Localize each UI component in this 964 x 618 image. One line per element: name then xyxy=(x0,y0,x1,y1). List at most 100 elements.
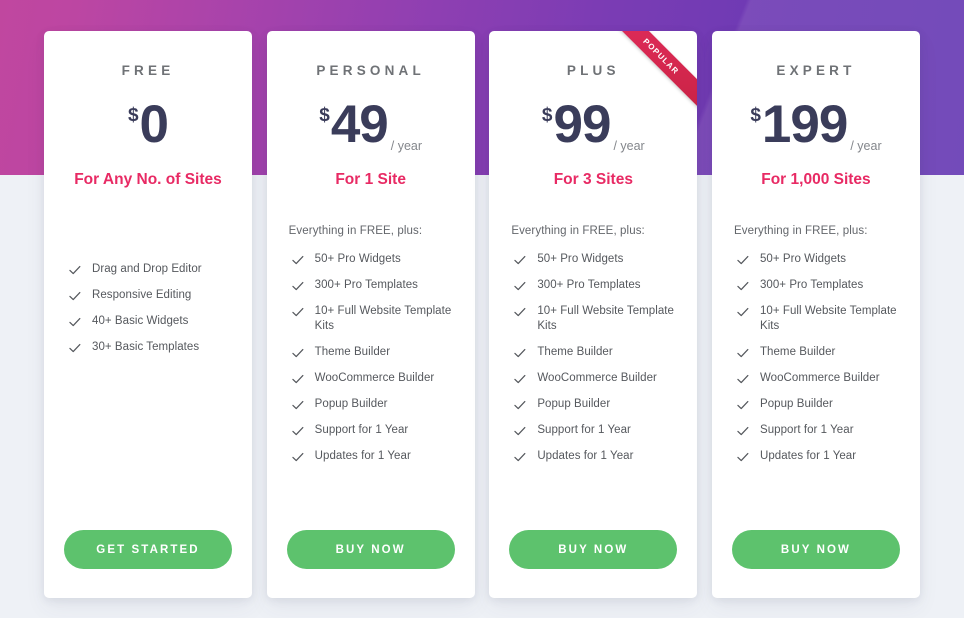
check-icon xyxy=(736,346,750,360)
popular-ribbon-label: POPULAR xyxy=(641,36,682,77)
feature-label: 50+ Pro Widgets xyxy=(537,253,624,265)
plan-price: $99/ year xyxy=(542,98,645,156)
feature-label: Updates for 1 Year xyxy=(314,450,411,462)
pricing-card-personal: PERSONAL $49/ year For 1 Site Everything in… xyxy=(266,31,475,598)
price-amount: 49 xyxy=(330,95,389,154)
feature-label: 300+ Pro Templates xyxy=(537,279,641,291)
feature-item: Theme Builder xyxy=(736,345,914,360)
feature-label: WooCommerce Builder xyxy=(537,372,657,384)
feature-item: Updates for 1 Year xyxy=(513,449,691,464)
plan-cta-button[interactable]: BUY NOW xyxy=(286,530,455,569)
price-period: / year xyxy=(850,138,882,153)
feature-label: 50+ Pro Widgets xyxy=(314,253,401,265)
feature-item: WooCommerce Builder xyxy=(513,371,691,386)
feature-label: Popup Builder xyxy=(759,398,833,410)
feature-item: 50+ Pro Widgets xyxy=(513,252,691,267)
feature-label: Theme Builder xyxy=(759,346,836,358)
feature-label: 300+ Pro Templates xyxy=(759,279,864,291)
feature-label: Support for 1 Year xyxy=(759,424,854,436)
check-icon xyxy=(736,398,750,412)
feature-label: Drag and Drop Editor xyxy=(92,263,202,275)
currency-symbol: $ xyxy=(127,105,139,126)
feature-label: 10+ Full Website Template Kits xyxy=(537,305,674,332)
feature-label: WooCommerce Builder xyxy=(314,372,435,384)
feature-item: 10+ Full Website Template Kits xyxy=(513,304,691,334)
check-icon xyxy=(513,279,527,293)
plan-inherits-note: Everything in FREE, plus: xyxy=(511,225,645,237)
pricing-card-free: FREE $0 For Any No. of Sites Drag and Drop … xyxy=(44,31,252,598)
feature-label: Support for 1 Year xyxy=(314,424,409,436)
check-icon xyxy=(513,253,527,267)
check-icon xyxy=(68,289,82,303)
cta-container: GET STARTED xyxy=(44,530,252,569)
plan-sites-allowance: For 3 Sites xyxy=(553,171,633,188)
check-icon xyxy=(736,424,750,438)
plan-name: FREE xyxy=(121,63,175,78)
check-icon xyxy=(291,372,305,386)
feature-label: Theme Builder xyxy=(537,346,613,358)
check-icon xyxy=(291,305,305,319)
pricing-card-plus: POPULAR PLUS $99/ year For 3 Sites Everythin… xyxy=(489,31,698,598)
check-icon xyxy=(291,346,305,360)
check-icon xyxy=(736,305,750,319)
pricing-page: FREE $0 For Any No. of Sites Drag and Drop … xyxy=(0,0,964,618)
plan-sites-allowance: For 1,000 Sites xyxy=(761,171,871,188)
price-amount: 0 xyxy=(139,95,170,154)
feature-label: Popup Builder xyxy=(314,398,388,410)
feature-label: Popup Builder xyxy=(537,398,611,410)
feature-item: Popup Builder xyxy=(736,397,914,412)
cta-container: BUY NOW xyxy=(712,530,920,569)
feature-label: 40+ Basic Widgets xyxy=(92,315,189,327)
feature-label: Updates for 1 Year xyxy=(759,450,857,462)
check-icon xyxy=(513,424,527,438)
feature-item: 40+ Basic Widgets xyxy=(68,314,246,329)
plan-cta-button[interactable]: GET STARTED xyxy=(64,530,232,569)
plan-price: $199/ year xyxy=(750,98,881,156)
cta-container: BUY NOW xyxy=(267,530,475,569)
feature-item: 300+ Pro Templates xyxy=(736,278,914,293)
plan-name: PERSONAL xyxy=(316,63,425,78)
price-period: / year xyxy=(613,138,645,153)
currency-symbol: $ xyxy=(541,105,553,126)
price-amount: 199 xyxy=(761,95,848,154)
check-icon xyxy=(736,253,750,267)
feature-item: Updates for 1 Year xyxy=(291,449,469,464)
feature-label: 10+ Full Website Template Kits xyxy=(759,305,897,332)
check-icon xyxy=(736,450,750,464)
plan-name: EXPERT xyxy=(776,63,856,78)
feature-item: Theme Builder xyxy=(291,345,469,360)
feature-label: 30+ Basic Templates xyxy=(92,341,200,353)
feature-item: Support for 1 Year xyxy=(291,423,469,438)
currency-symbol: $ xyxy=(750,105,761,126)
cta-container: BUY NOW xyxy=(489,530,697,569)
check-icon xyxy=(736,372,750,386)
feature-item: Theme Builder xyxy=(513,345,691,360)
check-icon xyxy=(736,279,750,293)
plan-cta-button[interactable]: BUY NOW xyxy=(509,530,678,569)
check-icon xyxy=(513,346,527,360)
feature-item: Popup Builder xyxy=(291,397,469,412)
pricing-cards-row: FREE $0 For Any No. of Sites Drag and Drop … xyxy=(44,31,920,598)
plan-inherits-note: Everything in FREE, plus: xyxy=(288,225,423,237)
plan-cta-button[interactable]: BUY NOW xyxy=(731,530,900,569)
feature-label: 300+ Pro Templates xyxy=(314,279,418,291)
feature-item: 10+ Full Website Template Kits xyxy=(736,304,914,334)
plan-name: PLUS xyxy=(566,63,620,78)
check-icon xyxy=(291,253,305,267)
feature-list: 50+ Pro Widgets 300+ Pro Templates 10+ Ful… xyxy=(291,252,469,475)
feature-item: WooCommerce Builder xyxy=(736,371,914,386)
feature-item: Support for 1 Year xyxy=(513,423,691,438)
check-icon xyxy=(513,305,527,319)
check-icon xyxy=(291,450,305,464)
price-amount: 99 xyxy=(553,95,611,154)
feature-list: Drag and Drop Editor Responsive Editing 40… xyxy=(68,262,246,366)
feature-list: 50+ Pro Widgets 300+ Pro Templates 10+ Ful… xyxy=(513,252,691,475)
plan-sites-allowance: For 1 Site xyxy=(335,171,406,188)
feature-label: Responsive Editing xyxy=(92,289,192,301)
plan-price: $49/ year xyxy=(319,98,422,156)
feature-label: 50+ Pro Widgets xyxy=(759,253,847,265)
plan-price: $0 xyxy=(127,95,170,156)
feature-label: 10+ Full Website Template Kits xyxy=(314,305,452,332)
feature-item: 10+ Full Website Template Kits xyxy=(291,304,469,334)
plan-sites-allowance: For Any No. of Sites xyxy=(74,171,222,188)
